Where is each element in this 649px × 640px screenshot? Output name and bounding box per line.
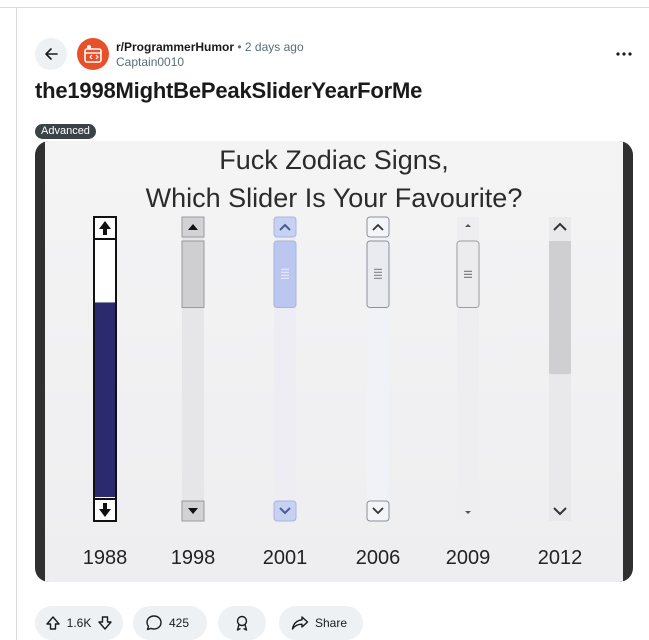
downvote-icon[interactable] bbox=[97, 615, 113, 631]
slider-year-label: 1988 bbox=[82, 547, 128, 569]
vote-bar: 1.6K bbox=[35, 606, 123, 640]
slider-year-label: 2012 bbox=[537, 547, 583, 569]
comment-icon bbox=[146, 615, 162, 631]
subreddit-logo-icon bbox=[84, 45, 102, 63]
slider-year-label: 2001 bbox=[262, 547, 308, 569]
back-button[interactable] bbox=[35, 38, 67, 70]
slider-year-label: 2006 bbox=[355, 547, 401, 569]
subreddit-link[interactable]: r/ProgrammerHumor bbox=[116, 40, 234, 54]
post-flair[interactable]: Advanced bbox=[35, 124, 96, 139]
post-title: the1998MightBePeakSliderYearForMe bbox=[35, 78, 423, 103]
author-link[interactable]: Captain0010 bbox=[116, 55, 304, 70]
sliders-illustration bbox=[93, 216, 571, 522]
slider-2001-thumb bbox=[273, 240, 297, 309]
slider-2001-down-button bbox=[273, 500, 297, 522]
slider-2001-up-button bbox=[273, 216, 297, 238]
award-icon bbox=[236, 615, 248, 631]
comment-count: 425 bbox=[169, 616, 190, 630]
meme-image: Fuck Zodiac Signs, Which Slider Is Your … bbox=[45, 141, 623, 582]
arrow-left-icon bbox=[45, 48, 58, 60]
share-label: Share bbox=[315, 616, 348, 630]
slider-year-label: 1998 bbox=[170, 547, 216, 569]
slider-2006-down-button bbox=[366, 500, 390, 522]
slider-2006-up-button bbox=[366, 216, 390, 238]
subreddit-avatar[interactable] bbox=[77, 38, 109, 70]
vote-count: 1.6K bbox=[66, 616, 92, 630]
share-button[interactable]: Share bbox=[279, 606, 363, 640]
slider-2012-thumb bbox=[549, 241, 571, 375]
slider-2006-thumb bbox=[366, 240, 390, 309]
slider-1998-thumb bbox=[181, 240, 205, 309]
post-media[interactable]: Fuck Zodiac Signs, Which Slider Is Your … bbox=[35, 141, 633, 582]
post-time: 2 days ago bbox=[244, 40, 304, 54]
award-button[interactable] bbox=[218, 606, 266, 640]
divider bbox=[16, 7, 17, 640]
post-meta: r/ProgrammerHumor • 2 days ago Captain00… bbox=[116, 40, 304, 70]
share-icon bbox=[291, 616, 309, 630]
upvote-icon[interactable] bbox=[45, 615, 61, 631]
divider bbox=[0, 7, 649, 8]
more-horizontal-icon bbox=[616, 52, 632, 56]
post-view: r/ProgrammerHumor • 2 days ago Captain00… bbox=[0, 0, 649, 640]
slider-1988-thumb bbox=[95, 302, 115, 497]
meta-separator: • bbox=[237, 40, 242, 54]
comments-button[interactable]: 425 bbox=[133, 606, 207, 640]
slider-year-label: 2009 bbox=[445, 547, 491, 569]
more-options-button[interactable] bbox=[612, 44, 636, 64]
